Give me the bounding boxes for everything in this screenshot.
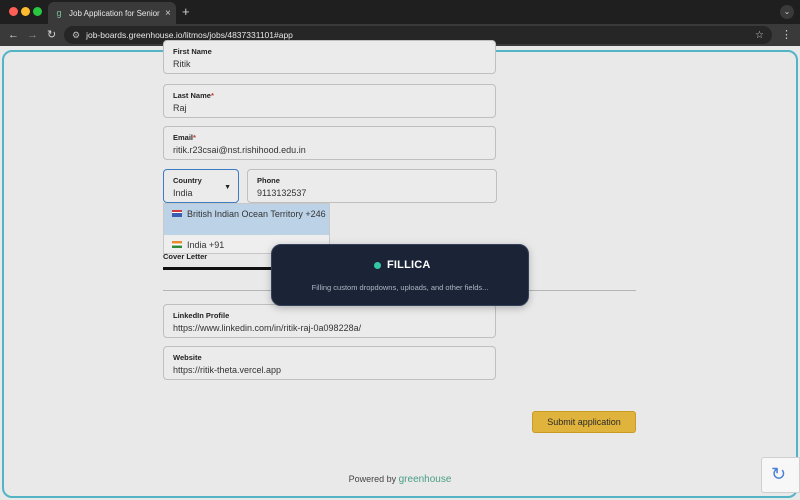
website-value: https://ritik-theta.vercel.app — [173, 365, 282, 375]
last-name-value: Raj — [173, 103, 187, 113]
recaptcha-icon: ↻ — [771, 464, 787, 484]
close-tab-icon[interactable]: × — [165, 8, 171, 19]
fillica-toast: FILLICA Filling custom dropdowns, upload… — [271, 244, 529, 306]
cover-letter-label: Cover Letter — [163, 252, 208, 261]
site-settings-icon[interactable]: ⚙ — [72, 30, 80, 41]
phone-field[interactable]: Phone 9113132537 — [247, 169, 497, 203]
greenhouse-logo[interactable]: greenhouse — [399, 474, 452, 485]
bookmark-star-icon[interactable]: ☆ — [755, 30, 764, 41]
required-mark: * — [210, 91, 214, 100]
last-name-field[interactable]: Last Name* Raj — [163, 84, 496, 118]
browser-tab-bar: g Job Application for Senior So × + ⌄ — [0, 0, 800, 24]
linkedin-label: LinkedIn Profile — [173, 311, 230, 320]
phone-value: 9113132537 — [257, 188, 307, 198]
greenhouse-g-icon: g — [56, 8, 62, 18]
website-field[interactable]: Website https://ritik-theta.vercel.app — [163, 346, 496, 380]
country-label: Country — [173, 176, 202, 185]
cover-letter-bar — [163, 267, 273, 270]
phone-label: Phone — [257, 176, 280, 185]
url-text: job-boards.greenhouse.io/litmos/jobs/483… — [86, 30, 293, 40]
maximize-window-icon[interactable] — [33, 7, 42, 16]
status-dot-icon — [374, 262, 381, 269]
email-label: Email* — [173, 133, 196, 142]
toast-message: Filling custom dropdowns, uploads, and o… — [311, 283, 489, 292]
required-mark: * — [193, 133, 196, 142]
linkedin-field[interactable]: LinkedIn Profile https://www.linkedin.co… — [163, 304, 496, 338]
powered-by-footer: Powered by greenhouse — [0, 474, 800, 485]
more-menu-icon[interactable]: ⋮ — [781, 28, 792, 41]
first-name-label: First Name — [173, 47, 212, 56]
first-name-field[interactable]: First Name Ritik — [163, 40, 496, 74]
website-label: Website — [173, 353, 202, 362]
caret-down-icon: ▼ — [224, 184, 231, 191]
biot-flag-icon — [172, 210, 182, 217]
last-name-label: Last Name* — [173, 91, 214, 100]
reload-icon[interactable]: ↻ — [47, 28, 56, 42]
option-label: British Indian Ocean Territory +246 — [187, 209, 326, 219]
new-tab-icon[interactable]: + — [182, 5, 190, 18]
close-window-icon[interactable] — [9, 7, 18, 16]
india-flag-icon — [172, 241, 182, 248]
first-name-value: Ritik — [173, 59, 191, 69]
tab-search-icon[interactable]: ⌄ — [780, 5, 794, 19]
browser-tab[interactable]: g Job Application for Senior So × — [48, 2, 176, 24]
email-field[interactable]: Email* ritik.r23csai@nst.rishihood.edu.i… — [163, 126, 496, 160]
forward-icon[interactable]: → — [27, 28, 38, 42]
recaptcha-badge[interactable]: ↻ — [761, 457, 800, 493]
toast-title: FILLICA — [387, 259, 431, 271]
country-select[interactable]: Country India ▼ — [163, 169, 239, 203]
linkedin-value: https://www.linkedin.com/in/ritik-raj-0a… — [173, 323, 362, 333]
country-value: India — [173, 188, 193, 198]
tab-title: Job Application for Senior So — [69, 8, 161, 18]
email-value: ritik.r23csai@nst.rishihood.edu.in — [173, 145, 306, 155]
submit-application-button[interactable]: Submit application — [532, 411, 636, 433]
minimize-window-icon[interactable] — [21, 7, 30, 16]
country-option-biot[interactable]: British Indian Ocean Territory +246 — [164, 204, 329, 235]
back-icon[interactable]: ← — [8, 28, 19, 42]
powered-by-text: Powered by — [348, 474, 397, 484]
